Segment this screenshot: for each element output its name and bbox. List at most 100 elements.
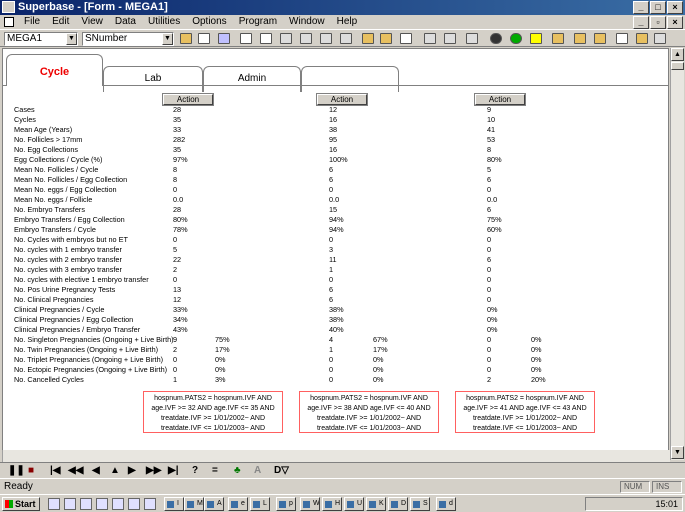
- cell-value[interactable]: 0%: [487, 315, 498, 325]
- cell-value[interactable]: 0: [173, 185, 177, 195]
- taskbar-item[interactable]: d: [436, 497, 456, 511]
- scroll-down-icon[interactable]: ▼: [671, 446, 684, 459]
- query-button[interactable]: ?: [192, 465, 198, 477]
- rewind-icon[interactable]: ◀◀: [68, 465, 83, 477]
- doc-close-button[interactable]: ×: [667, 16, 683, 29]
- fast-forward-icon[interactable]: ▶▶: [146, 465, 161, 477]
- cell-value[interactable]: 1: [173, 375, 177, 385]
- cell-value[interactable]: 12: [173, 295, 181, 305]
- printer-icon[interactable]: [490, 33, 502, 44]
- cell-value[interactable]: 0: [173, 275, 177, 285]
- cell-value[interactable]: 0: [487, 185, 491, 195]
- taskbar-item[interactable]: e: [228, 497, 248, 511]
- cell-value[interactable]: 15: [329, 205, 337, 215]
- minimize-button[interactable]: _: [633, 1, 649, 14]
- cell-value[interactable]: 8: [173, 175, 177, 185]
- cell-value[interactable]: 41: [487, 125, 495, 135]
- close-button[interactable]: ×: [667, 1, 683, 14]
- cell-percent[interactable]: 20%: [531, 375, 546, 385]
- doc-restore-button[interactable]: ▫: [650, 16, 666, 29]
- cell-value[interactable]: 6: [329, 285, 333, 295]
- cell-value[interactable]: 28: [173, 105, 181, 115]
- cell-value[interactable]: 2: [487, 375, 491, 385]
- table-combo[interactable]: MEGA1 ▼: [4, 32, 78, 46]
- cell-value[interactable]: 0: [487, 295, 491, 305]
- taskbar-item[interactable]: W: [300, 497, 320, 511]
- scroll-thumb[interactable]: [671, 62, 684, 70]
- cell-value[interactable]: 0: [173, 365, 177, 375]
- cell-value[interactable]: 4: [329, 335, 333, 345]
- action-button-3[interactable]: Action: [474, 93, 526, 106]
- cell-value[interactable]: 0%: [487, 305, 498, 315]
- cell-value[interactable]: 0.0: [329, 195, 339, 205]
- cell-value[interactable]: 33%: [173, 305, 188, 315]
- cell-value[interactable]: 78%: [173, 225, 188, 235]
- menu-options[interactable]: Options: [186, 15, 232, 29]
- query-box-2[interactable]: hospnum.PATS2 = hospnum.IVF AND age.IVF >…: [299, 391, 439, 433]
- cell-value[interactable]: 3: [329, 245, 333, 255]
- menu-file[interactable]: File: [18, 15, 46, 29]
- cell-value[interactable]: 43%: [173, 325, 188, 335]
- cell-value[interactable]: 0.0: [173, 195, 183, 205]
- cell-value[interactable]: 0: [329, 185, 333, 195]
- sort-icon[interactable]: [300, 33, 312, 44]
- cell-value[interactable]: 0: [487, 355, 491, 365]
- cell-percent[interactable]: 0%: [215, 365, 226, 375]
- save-icon[interactable]: [380, 33, 392, 44]
- quick-launch-icon[interactable]: [112, 498, 124, 510]
- cell-value[interactable]: 0: [173, 355, 177, 365]
- cell-value[interactable]: 2: [173, 265, 177, 275]
- form-view-icon[interactable]: [218, 33, 230, 44]
- vertical-scrollbar[interactable]: ▲ ▼: [670, 48, 684, 460]
- cell-percent[interactable]: 17%: [373, 345, 388, 355]
- cell-percent[interactable]: 0%: [373, 365, 384, 375]
- enter-icon[interactable]: [400, 33, 412, 44]
- cell-percent[interactable]: 0%: [373, 355, 384, 365]
- record-view-icon[interactable]: [240, 33, 252, 44]
- cell-value[interactable]: 6: [487, 255, 491, 265]
- edit-icon[interactable]: [444, 33, 456, 44]
- taskbar-item[interactable]: I: [164, 497, 184, 511]
- document-icon[interactable]: [4, 17, 14, 27]
- app-icon[interactable]: [2, 1, 15, 13]
- previous-record-icon[interactable]: ◀: [92, 465, 100, 477]
- cell-value[interactable]: 0: [329, 365, 333, 375]
- sort-icon[interactable]: ♣: [234, 465, 241, 477]
- cell-value[interactable]: 9: [173, 335, 177, 345]
- cell-value[interactable]: 0: [173, 235, 177, 245]
- quick-launch-icon[interactable]: [64, 498, 76, 510]
- cell-value[interactable]: 0: [329, 235, 333, 245]
- cell-value[interactable]: 13: [173, 285, 181, 295]
- cell-percent[interactable]: 67%: [373, 335, 388, 345]
- first-record-icon[interactable]: |◀: [50, 465, 61, 477]
- stop-icon[interactable]: ■: [28, 465, 34, 477]
- cell-value[interactable]: 11: [329, 255, 337, 265]
- delete-icon[interactable]: [340, 33, 352, 44]
- cell-value[interactable]: 6: [487, 205, 491, 215]
- cell-value[interactable]: 16: [329, 145, 337, 155]
- last-record-icon[interactable]: ▶|: [168, 465, 179, 477]
- open-folder-icon[interactable]: [180, 33, 192, 44]
- cell-value[interactable]: 6: [329, 165, 333, 175]
- doc-minimize-button[interactable]: _: [633, 16, 649, 29]
- cell-value[interactable]: 0.0: [487, 195, 497, 205]
- cell-value[interactable]: 53: [487, 135, 495, 145]
- tab-lab[interactable]: Lab: [103, 66, 203, 92]
- cell-value[interactable]: 0: [329, 375, 333, 385]
- cell-value[interactable]: 100%: [329, 155, 348, 165]
- taskbar-item[interactable]: U: [344, 497, 364, 511]
- menu-window[interactable]: Window: [283, 15, 331, 29]
- cell-value[interactable]: 8: [173, 165, 177, 175]
- cell-value[interactable]: 80%: [487, 155, 502, 165]
- pause-icon[interactable]: ❚❚: [8, 465, 25, 477]
- cell-value[interactable]: 1: [329, 265, 333, 275]
- menu-utilities[interactable]: Utilities: [142, 15, 186, 29]
- cell-percent[interactable]: 0%: [531, 365, 542, 375]
- cell-value[interactable]: 38%: [329, 315, 344, 325]
- paste-icon[interactable]: [574, 33, 586, 44]
- cell-value[interactable]: 5: [487, 165, 491, 175]
- folder-icon[interactable]: [362, 33, 374, 44]
- cell-value[interactable]: 35: [173, 145, 181, 155]
- cell-percent[interactable]: 0%: [215, 355, 226, 365]
- tab-cycle[interactable]: Cycle: [6, 54, 103, 86]
